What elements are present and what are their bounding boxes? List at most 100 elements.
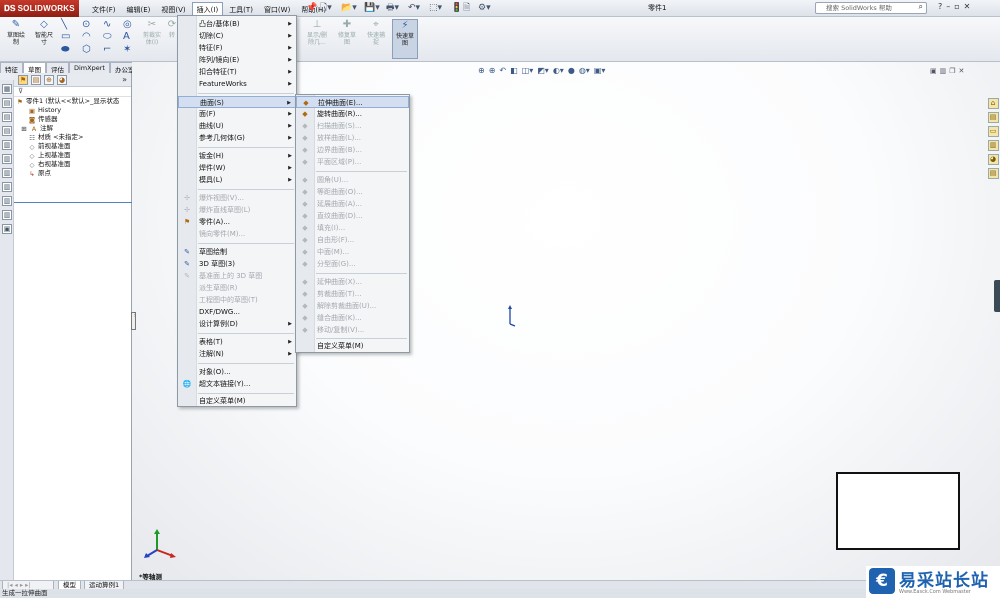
menu-item-trim-surface[interactable]: ◆ 剪裁曲面(T)... — [296, 288, 409, 300]
menu-item-ruled-surface[interactable]: ◆ 直纹曲面(D)... — [296, 210, 409, 222]
arc-icon[interactable]: ◠ — [82, 31, 91, 42]
menu-item-revolved-surface[interactable]: ◆ 旋转曲面(R)... — [296, 108, 409, 120]
fillet-icon[interactable]: ⌐ — [103, 44, 111, 55]
feature-tree-icon[interactable]: ⚑ — [18, 74, 28, 85]
options-icon[interactable]: ⚙▾ — [478, 2, 491, 14]
previous-view-icon[interactable]: ↶ — [499, 66, 506, 75]
design-library-icon[interactable]: ▤ — [987, 112, 999, 123]
tree-item-top-plane[interactable]: ◇ 上视基准面 — [14, 151, 131, 160]
menu-item-face[interactable]: 面(F) ▶ — [178, 108, 296, 120]
menu-item-annotations[interactable]: 注解(N) ▶ — [178, 348, 296, 360]
circle-icon[interactable]: ⊙ — [82, 19, 90, 30]
menu-item-3d-sketch[interactable]: ✎ 3D 草图(3) — [178, 258, 296, 270]
expand-icon[interactable]: » — [122, 75, 127, 84]
smart-dimension-button[interactable]: ◇ 智能尺 寸 — [31, 19, 57, 46]
pin-icon[interactable]: 📌 — [306, 2, 317, 14]
rectangle-icon[interactable]: ▭ — [61, 31, 70, 42]
layers-icon[interactable]: ▤ — [2, 112, 12, 122]
view-orientation-icon[interactable]: ◫▾ — [522, 66, 534, 75]
text-icon[interactable]: A — [123, 31, 130, 42]
table-icon[interactable]: ▦ — [2, 84, 12, 94]
menu-item-sketch[interactable]: ✎ 草图绘制 — [178, 246, 296, 258]
menu-item-dxf-dwg[interactable]: DXF/DWG... — [178, 306, 296, 318]
new-document-icon[interactable]: 🗋▾ — [320, 2, 332, 14]
viewport-single-icon[interactable]: ▣ — [930, 67, 937, 75]
menu-item-exploded-view[interactable]: ✢ 爆炸视图(V)... — [178, 192, 296, 204]
menu-item-tables[interactable]: 表格(T) ▶ — [178, 336, 296, 348]
menu-item-3d-sketch-on-plane[interactable]: ✎ 基准面上的 3D 草图 — [178, 270, 296, 282]
viewport-split-icon[interactable]: ▥ — [940, 67, 947, 75]
menu-item-mid-surface[interactable]: ◆ 中面(M)... — [296, 246, 409, 258]
view-palette-icon[interactable]: ▥ — [987, 140, 999, 151]
display-delete-relations-button[interactable]: ⊥ 显示/删 除几... — [303, 19, 331, 46]
select-icon[interactable]: ⬚▾ — [429, 2, 442, 14]
menu-item-featureworks[interactable]: FeatureWorks ▶ — [178, 78, 296, 90]
sketch-rectangle[interactable] — [836, 472, 960, 550]
sketch-button[interactable]: ✎ 草图绘 制 — [3, 19, 29, 46]
configuration-icon[interactable]: ⊕ — [44, 74, 54, 85]
menu-item-surface[interactable]: 曲面(S) ▶ — [178, 96, 296, 108]
undo-icon[interactable]: ↶▾ — [408, 2, 420, 14]
menu-item-untrim-surface[interactable]: ◆ 解除剪裁曲面(U)... — [296, 300, 409, 312]
open-icon[interactable]: 📂▾ — [341, 2, 357, 14]
menu-item-derived-sketch[interactable]: 派生草图(R) — [178, 282, 296, 294]
menu-item-cut[interactable]: 切除(C) ▶ — [178, 30, 296, 42]
ellipse-icon[interactable]: ⬭ — [103, 31, 112, 42]
line-icon[interactable]: ╲ — [61, 19, 67, 30]
centerline-icon[interactable]: ✶ — [123, 44, 131, 55]
appearance-icon[interactable]: ● — [568, 66, 575, 75]
tab-dimxpert[interactable]: DimXpert — [69, 62, 110, 73]
view-settings-icon[interactable]: ▣▾ — [594, 66, 606, 75]
menu-item-fastening-features[interactable]: 扣合特征(T) ▶ — [178, 66, 296, 78]
menu-item-boss-base[interactable]: 凸台/基体(B) ▶ — [178, 18, 296, 30]
viewport-restore-icon[interactable]: ❐ — [949, 67, 955, 75]
search-input[interactable]: 搜索 SolidWorks 帮助 ⌕ — [815, 2, 927, 14]
task-pane-grip[interactable] — [994, 280, 1000, 312]
tree-item-front-plane[interactable]: ◇ 前视基准面 — [14, 142, 131, 151]
grid-icon[interactable]: ▥ — [2, 168, 12, 178]
menu-item-object[interactable]: 对象(O)... — [178, 366, 296, 378]
rebuild-icon[interactable]: 🚦 — [451, 2, 462, 14]
menu-item-move-copy[interactable]: ◆ 移动/复制(V)... — [296, 324, 409, 336]
custom-properties-icon[interactable]: ▤ — [987, 168, 999, 179]
zoom-area-icon[interactable]: ⊕ — [489, 66, 496, 75]
solidworks-logo[interactable]: 𝐃𝐒 SOLIDWORKS — [0, 0, 79, 17]
menu-item-freeform[interactable]: ◆ 自由形(F)... — [296, 234, 409, 246]
menu-item-pattern-mirror[interactable]: 阵列/镜向(E) ▶ — [178, 54, 296, 66]
appearances-icon[interactable]: ◕ — [987, 154, 999, 165]
point-icon[interactable]: ◎ — [123, 19, 132, 30]
layers-icon[interactable]: ▤ — [2, 126, 12, 136]
menu-item-reference-geometry[interactable]: 参考几何体(G) ▶ — [178, 132, 296, 144]
menu-item-weldments[interactable]: 焊件(W) ▶ — [178, 162, 296, 174]
close-icon[interactable]: ✕ — [964, 2, 971, 11]
menu-item-customize-menu[interactable]: 自定义菜单(M) — [178, 395, 296, 407]
menu-item-sketch-from-drawing[interactable]: 工程图中的草图(T) — [178, 294, 296, 306]
menu-item-hyperlink[interactable]: 🌐 超文本链接(Y)... — [178, 378, 296, 390]
menu-item-planar-surface[interactable]: ◆ 平面区域(P)... — [296, 156, 409, 168]
tree-item-right-plane[interactable]: ◇ 右视基准面 — [14, 160, 131, 169]
menu-item-fill[interactable]: ◆ 填充(I)... — [296, 222, 409, 234]
tree-root[interactable]: ⚑ 零件1 (默认<<默认>_显示状态 — [14, 97, 131, 106]
appearance-icon[interactable]: ◕ — [57, 74, 67, 85]
file-properties-icon[interactable]: 🗎 — [463, 2, 470, 14]
rapid-sketch-button[interactable]: ⚡ 快速草 图 — [392, 19, 418, 59]
section-view-icon[interactable]: ◧ — [510, 66, 518, 75]
file-explorer-icon[interactable]: ▭ — [987, 126, 999, 137]
menu-edit[interactable]: 编辑(E) — [122, 2, 156, 18]
menu-item-parting-surface[interactable]: ◆ 分型面(G)... — [296, 258, 409, 270]
menu-item-sheet-metal[interactable]: 钣金(H) ▶ — [178, 150, 296, 162]
spline-icon[interactable]: ∿ — [103, 19, 111, 30]
tree-item-history[interactable]: ▣ History — [14, 106, 131, 115]
grid-icon[interactable]: ▥ — [2, 196, 12, 206]
grid-icon[interactable]: ▥ — [2, 182, 12, 192]
menu-item-fillet[interactable]: ◆ 圆角(U)... — [296, 174, 409, 186]
menu-item-knit-surface[interactable]: ◆ 缝合曲面(K)... — [296, 312, 409, 324]
tree-item-annotations[interactable]: ⊞ A 注解 — [14, 124, 131, 133]
menu-item-mirror-part[interactable]: 镜向零件(M)... — [178, 228, 296, 240]
minimize-icon[interactable]: – — [946, 2, 950, 11]
menu-item-extruded-surface[interactable]: ◆ 拉伸曲面(E)... — [296, 96, 409, 108]
menu-item-curve[interactable]: 曲线(U) ▶ — [178, 120, 296, 132]
tree-item-sensors[interactable]: ◙ 传感器 — [14, 115, 131, 124]
scene-icon[interactable]: ◍▾ — [579, 66, 590, 75]
menu-item-molds[interactable]: 模具(L) ▶ — [178, 174, 296, 186]
